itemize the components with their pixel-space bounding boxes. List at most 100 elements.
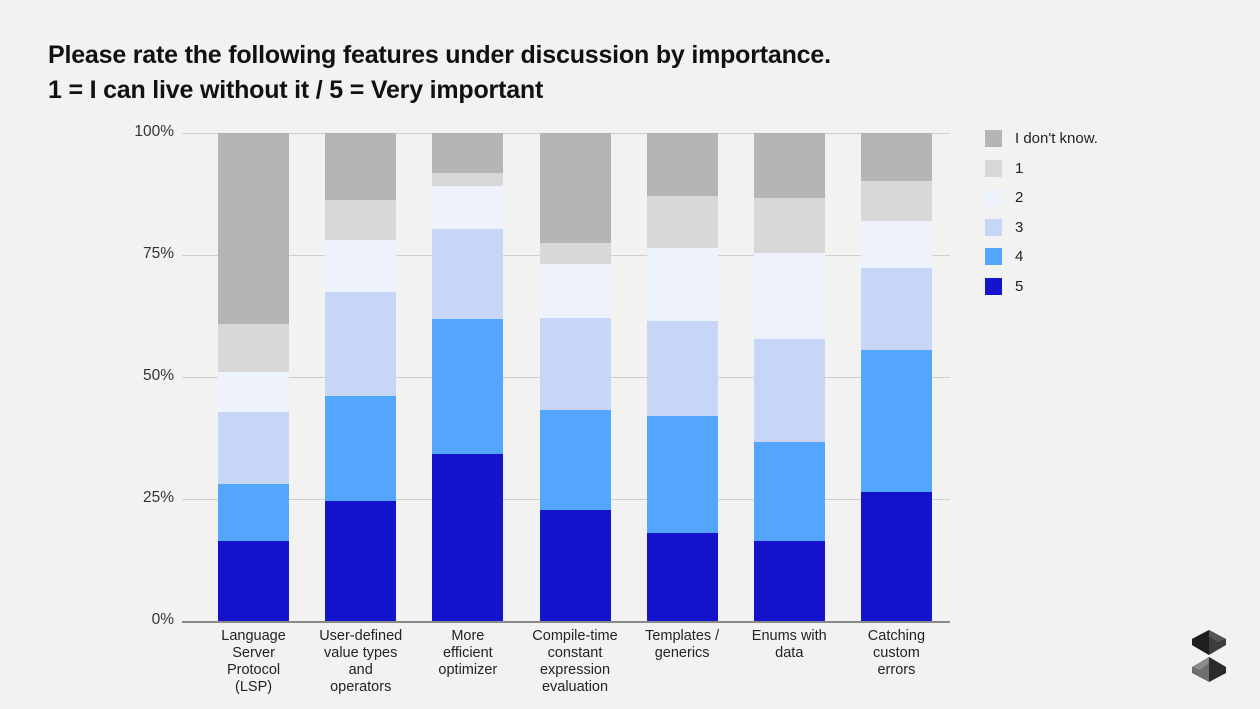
legend-label: I don't know. [1015, 130, 1098, 148]
title-line-2: 1 = I can live without it / 5 = Very imp… [48, 75, 544, 104]
bar-segment-rating-3[interactable] [860, 268, 932, 351]
bar-segment-rating-3[interactable] [325, 292, 397, 397]
bar-segment-rating-4[interactable] [753, 441, 825, 541]
y-tick-label: 50% [142, 367, 174, 384]
x-axis-label-line: custom [873, 645, 920, 662]
legend-swatch-icon [985, 218, 1002, 236]
bar-segment-rating-4[interactable] [325, 396, 397, 501]
x-axis-label-line: optimizer [438, 662, 498, 679]
bar-segment-rating-5[interactable] [325, 500, 397, 621]
x-axis-label-line: Compile-time [532, 628, 618, 644]
swift-faceted-s-logo [1186, 628, 1232, 684]
bar-2[interactable] [325, 133, 397, 621]
bar-segment-rating-1[interactable] [753, 197, 825, 254]
bar-segment-rating-5[interactable] [218, 540, 290, 621]
legend-label: 3 [1015, 218, 1024, 236]
x-axis-label-line: Enums with [751, 628, 827, 644]
legend-item[interactable]: 3 [985, 213, 1098, 243]
x-axis-label-line: (LSP) [235, 679, 273, 696]
bar-segment-rating-I-don-t-know[interactable] [646, 133, 718, 196]
bar-segment-rating-1[interactable] [325, 199, 397, 240]
x-axis-label-line: data [775, 645, 804, 662]
bar-segment-rating-4[interactable] [432, 318, 504, 455]
x-axis-label-line: Server [232, 645, 275, 662]
x-axis-label-line: generics [654, 645, 710, 662]
bar-segment-rating-3[interactable] [432, 229, 504, 319]
x-axis-label-line: More [451, 628, 485, 644]
x-axis-label-line: Catching [867, 628, 926, 644]
legend-swatch-icon [985, 189, 1002, 207]
y-tick-label: 0% [151, 611, 174, 628]
bar-segment-rating-5[interactable] [753, 540, 825, 621]
bar-segment-rating-1[interactable] [646, 195, 718, 248]
legend-item[interactable]: 5 [985, 272, 1098, 302]
legend-label: 1 [1015, 159, 1024, 177]
bar-segment-rating-4[interactable] [539, 410, 611, 511]
bar-segment-rating-4[interactable] [218, 483, 290, 541]
legend-swatch-icon [985, 277, 1002, 295]
bar-segment-rating-5[interactable] [860, 492, 932, 621]
legend-swatch-icon [985, 130, 1002, 148]
x-axis-label-line: expression [539, 662, 611, 679]
bar-3[interactable] [432, 133, 504, 621]
bar-segment-rating-1[interactable] [860, 181, 932, 222]
y-tick-mark-50 [182, 377, 200, 378]
x-axis-label-line: User-defined [319, 628, 403, 644]
bar-segment-rating-2[interactable] [218, 371, 290, 412]
legend-item[interactable]: 4 [985, 242, 1098, 272]
legend-item[interactable]: I don't know. [985, 124, 1098, 154]
legend-swatch-icon [985, 159, 1002, 177]
bar-segment-rating-2[interactable] [539, 263, 611, 318]
bar-segment-rating-I-don-t-know[interactable] [753, 133, 825, 198]
x-axis-label-line: Language [221, 628, 286, 644]
bar-segment-rating-2[interactable] [860, 221, 932, 269]
title-line-1: Please rate the following features under… [48, 41, 831, 69]
bar-6[interactable] [753, 133, 825, 621]
x-axis-label-line: Protocol [226, 662, 281, 679]
bar-1[interactable] [218, 133, 290, 621]
bar-segment-rating-3[interactable] [539, 317, 611, 411]
bar-segment-rating-3[interactable] [646, 320, 718, 417]
bar-segment-rating-I-don-t-know[interactable] [860, 133, 932, 182]
x-axis-label-line: operators [330, 679, 392, 696]
x-axis-label-line: evaluation [541, 679, 609, 696]
bar-segment-rating-5[interactable] [646, 533, 718, 621]
x-axis-label-3: More efficient optimizer [414, 628, 522, 679]
bar-4[interactable] [539, 133, 611, 621]
bar-segment-rating-5[interactable] [539, 510, 611, 621]
y-tick-mark-100 [182, 133, 200, 134]
bar-segment-rating-2[interactable] [325, 239, 397, 293]
x-axis-label-1: Language Server Protocol (LSP) [200, 628, 308, 696]
x-axis-label-5: Templates / generics [628, 628, 736, 662]
chart-legend: I don't know. 1 2 3 4 5 [985, 124, 1098, 301]
x-axis-label-4: Compile-time constant expression evaluation [521, 628, 629, 696]
legend-item[interactable]: 1 [985, 154, 1098, 184]
bar-segment-rating-2[interactable] [646, 247, 718, 321]
bar-segment-rating-2[interactable] [753, 253, 825, 339]
bar-segment-rating-1[interactable] [539, 242, 611, 264]
bar-segment-rating-I-don-t-know[interactable] [539, 133, 611, 243]
bar-segment-rating-3[interactable] [753, 338, 825, 442]
bar-segment-rating-5[interactable] [432, 454, 504, 621]
bar-segment-rating-1[interactable] [432, 173, 504, 187]
gridline-0 [200, 621, 950, 623]
y-tick-mark-0 [182, 621, 200, 623]
bar-7[interactable] [860, 133, 932, 621]
x-axis-label-line: constant [547, 645, 603, 662]
legend-item[interactable]: 2 [985, 183, 1098, 213]
bar-segment-rating-I-don-t-know[interactable] [218, 133, 290, 324]
bar-5[interactable] [646, 133, 718, 621]
bar-segment-rating-I-don-t-know[interactable] [432, 133, 504, 174]
bar-segment-rating-2[interactable] [432, 186, 504, 230]
bar-segment-rating-3[interactable] [218, 411, 290, 484]
legend-label: 2 [1015, 189, 1024, 207]
y-tick-mark-75 [182, 255, 200, 256]
bar-segment-rating-4[interactable] [646, 416, 718, 534]
bar-segment-rating-4[interactable] [860, 350, 932, 493]
y-tick-label: 25% [142, 489, 174, 506]
x-axis-label-7: Catching custom errors [842, 628, 950, 679]
x-axis-label-line: and [348, 662, 373, 679]
x-axis-label-6: Enums with data [735, 628, 843, 662]
bar-segment-rating-1[interactable] [218, 323, 290, 372]
bar-segment-rating-I-don-t-know[interactable] [325, 133, 397, 200]
